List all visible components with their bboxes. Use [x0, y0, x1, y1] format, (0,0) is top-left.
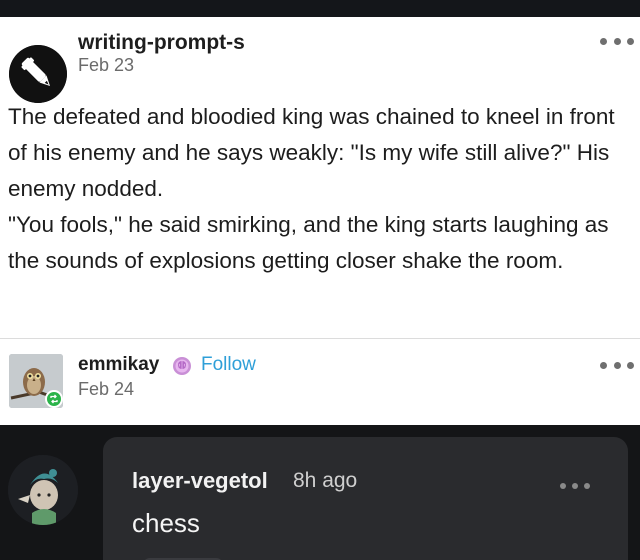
reply-author-avatar[interactable]	[8, 455, 78, 525]
more-options-icon[interactable]	[560, 480, 590, 492]
reblog-date: Feb 24	[78, 379, 135, 399]
reply-section: layer-vegetol 8h ago chess	[0, 425, 640, 560]
reblog-icon	[45, 390, 63, 408]
more-options-icon[interactable]	[600, 35, 634, 47]
reblog-header: emmikay Follow Feb 24	[0, 339, 640, 425]
reply-text: chess	[132, 508, 200, 538]
author-avatar[interactable]	[9, 45, 67, 103]
post-body: The defeated and bloodied king was chain…	[8, 99, 634, 279]
top-status-bar	[0, 0, 640, 17]
post-paragraph: The defeated and bloodied king was chain…	[8, 104, 615, 201]
follow-button[interactable]: Follow	[201, 354, 256, 376]
reply-bubble: layer-vegetol 8h ago chess	[103, 437, 628, 560]
post-paragraph: "You fools," he said smirking, and the k…	[8, 212, 609, 273]
reply-author-name[interactable]: layer-vegetol	[132, 468, 268, 494]
post-author-name[interactable]: writing-prompt-s	[78, 31, 245, 55]
brain-badge-icon	[173, 357, 191, 375]
original-post: writing-prompt-s Feb 23 The defeated and…	[0, 17, 640, 339]
more-options-icon[interactable]	[600, 359, 634, 371]
reblogger-name[interactable]: emmikay	[78, 354, 159, 376]
pen-icon	[9, 45, 67, 103]
reply-timestamp: 8h ago	[293, 469, 358, 492]
elf-avatar-icon	[8, 455, 78, 525]
post-date: Feb 23	[78, 55, 135, 75]
